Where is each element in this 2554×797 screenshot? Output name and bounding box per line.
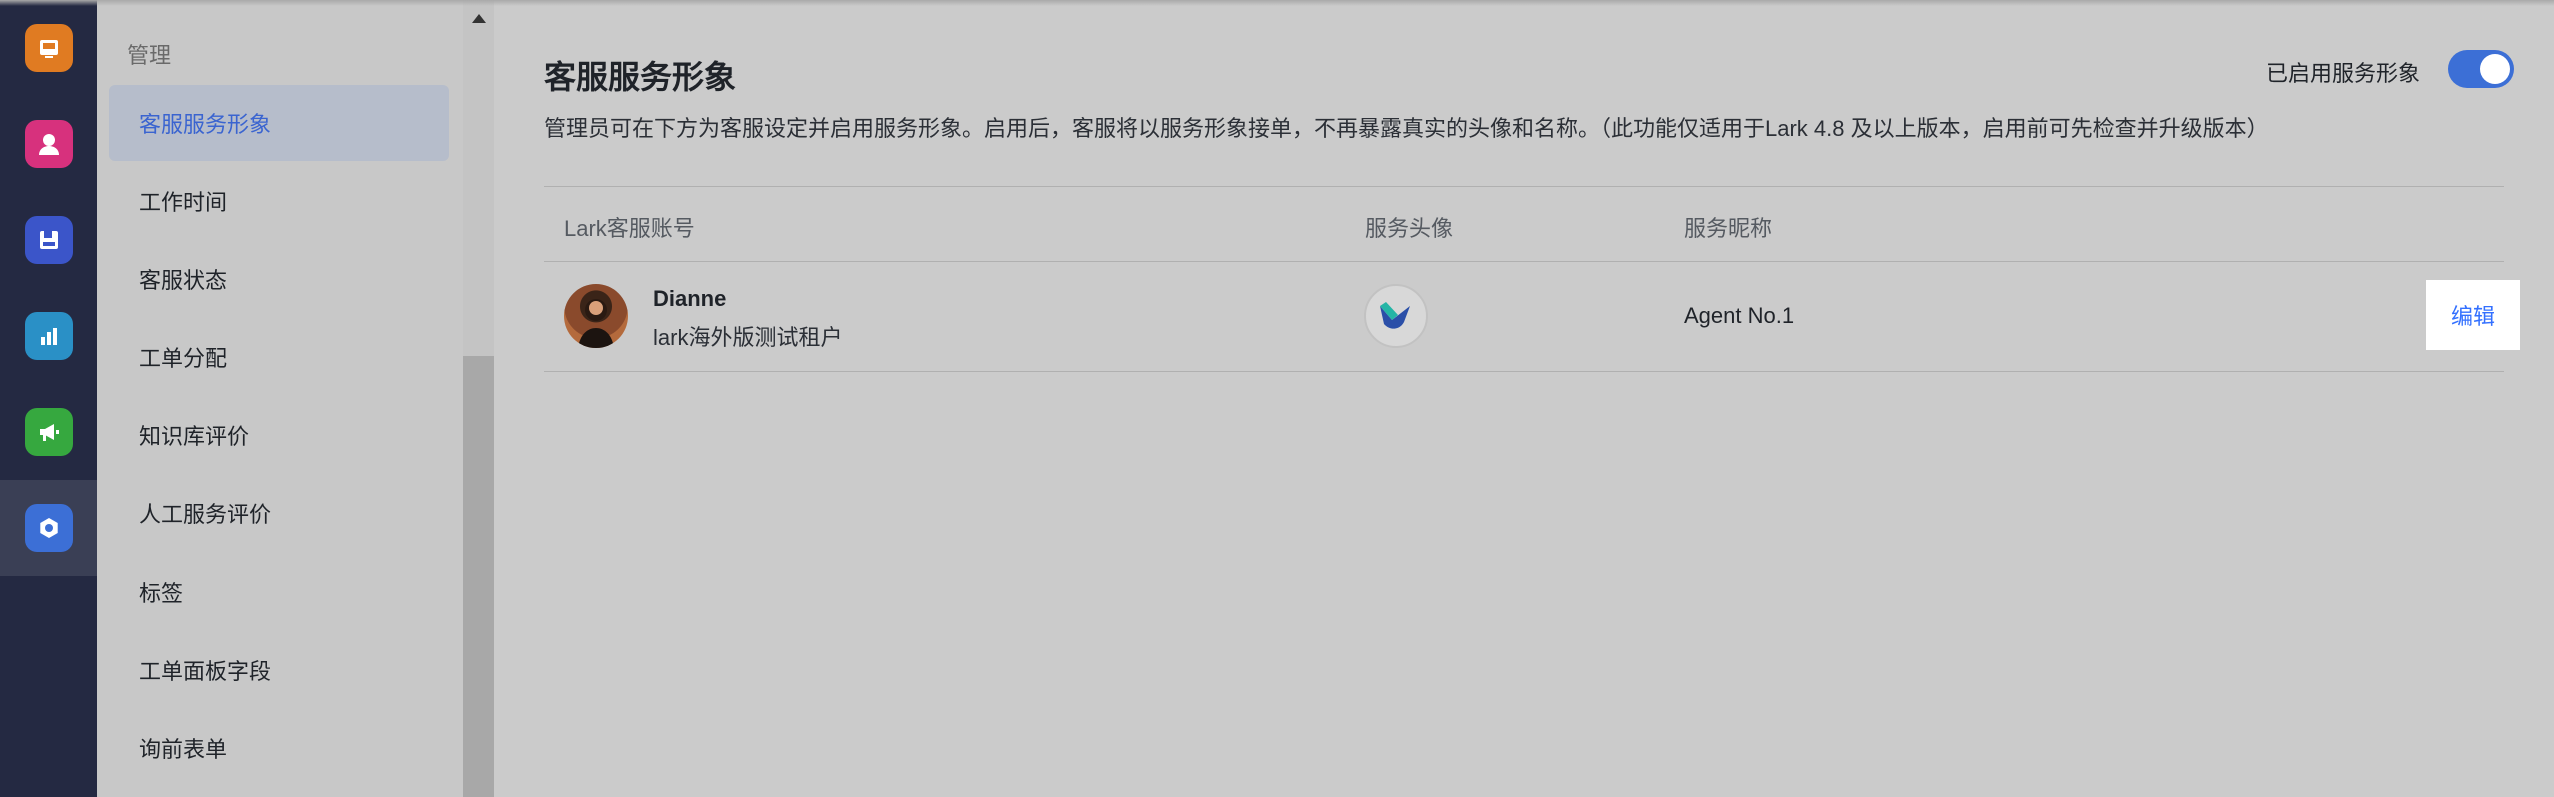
table-divider <box>544 261 2504 262</box>
table-divider <box>544 371 2504 372</box>
rail-item-save[interactable] <box>0 192 97 288</box>
rail-item-inbox[interactable] <box>0 0 97 96</box>
subnav-scrollbar[interactable] <box>463 0 494 797</box>
subnav-item-pre-chat-form[interactable]: 询前表单 <box>109 710 449 786</box>
column-header-account: Lark客服账号 <box>564 216 695 241</box>
toggle-knob <box>2480 54 2510 84</box>
subnav-item-service-image[interactable]: 客服服务形象 <box>109 85 449 161</box>
page-description: 管理员可在下方为客服设定并启用服务形象。启用后，客服将以服务形象接单，不再暴露真… <box>544 116 2269 141</box>
avatar <box>564 284 628 348</box>
subnav-item-kb-rating[interactable]: 知识库评价 <box>109 397 449 473</box>
rail-item-user[interactable] <box>0 96 97 192</box>
service-avatar-icon <box>1364 284 1428 348</box>
subnav-item-tags[interactable]: 标签 <box>109 554 449 630</box>
column-header-nickname: 服务昵称 <box>1684 216 1773 241</box>
top-shadow <box>0 0 2554 6</box>
page-title: 客服服务形象 <box>544 59 737 95</box>
save-icon <box>24 216 73 264</box>
subnav-heading: 管理 <box>127 43 172 68</box>
scrollbar-thumb[interactable] <box>463 356 494 797</box>
rail-item-settings[interactable] <box>0 480 97 576</box>
column-header-avatar: 服务头像 <box>1365 216 1454 241</box>
service-image-toggle[interactable] <box>2448 50 2514 88</box>
subnav-item-agent-status[interactable]: 客服状态 <box>109 241 449 317</box>
subnav-item-ticket-fields[interactable]: 工单面板字段 <box>109 632 449 708</box>
rail-item-analytics[interactable] <box>0 288 97 384</box>
toggle-label: 已启用服务形象 <box>2266 61 2421 86</box>
table-divider <box>544 186 2504 187</box>
inbox-icon <box>24 24 73 72</box>
gear-icon <box>24 504 73 552</box>
app-rail <box>0 0 97 797</box>
subnav-item-working-hours[interactable]: 工作时间 <box>109 163 449 239</box>
scroll-up-arrow-icon[interactable] <box>472 14 486 23</box>
user-icon <box>24 120 73 168</box>
service-nickname: Agent No.1 <box>1684 303 1795 328</box>
agent-tenant: lark海外版测试租户 <box>653 325 843 350</box>
rail-item-broadcast[interactable] <box>0 384 97 480</box>
subnav-item-ticket-assignment[interactable]: 工单分配 <box>109 319 449 395</box>
agent-name: Dianne <box>653 286 727 311</box>
subnav-item-service-rating[interactable]: 人工服务评价 <box>109 475 449 551</box>
megaphone-icon <box>24 408 73 456</box>
main-content: 客服服务形象 管理员可在下方为客服设定并启用服务形象。启用后，客服将以服务形象接… <box>494 0 2554 797</box>
edit-button[interactable]: 编辑 <box>2426 280 2520 350</box>
bar-chart-icon <box>24 312 73 360</box>
settings-subnav: 管理 客服服务形象 工作时间 客服状态 工单分配 知识库评价 人工服务评价 标签… <box>97 0 463 797</box>
